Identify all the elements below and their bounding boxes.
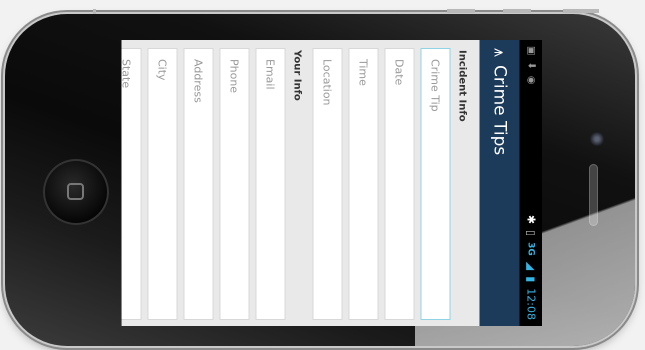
download-icon: ⬇ (525, 61, 536, 70)
tower-icon[interactable]: ⩚ (489, 48, 509, 57)
notification-area: ▣ ⬇ ◉ (525, 46, 536, 85)
signal-icon: ◢ (524, 261, 537, 271)
email-field[interactable] (255, 48, 285, 320)
sleep-button (563, 9, 599, 13)
time-field[interactable] (348, 48, 378, 320)
crime-tip-form: Incident Info Your Info (121, 40, 479, 326)
home-button[interactable] (43, 159, 109, 225)
app-title: Crime Tips (489, 65, 509, 156)
camera-icon (590, 132, 604, 146)
crime-tip-input[interactable] (427, 57, 443, 319)
vibrate-icon: ▯ (524, 230, 537, 237)
address-field[interactable] (183, 48, 213, 320)
phone-field[interactable] (219, 48, 249, 320)
city-field[interactable] (147, 48, 177, 320)
volume-button (503, 9, 531, 13)
state-input[interactable] (121, 57, 134, 319)
address-input[interactable] (190, 57, 206, 319)
location-field[interactable] (312, 48, 342, 320)
app-icon: ◉ (525, 75, 536, 85)
your-info-header: Your Info (291, 50, 302, 101)
email-input[interactable] (262, 57, 278, 319)
date-field[interactable] (384, 48, 414, 320)
city-input[interactable] (154, 57, 170, 319)
volume-button (93, 9, 96, 14)
bluetooth-icon: ✱ (524, 214, 537, 225)
status-bar: ▣ ⬇ ◉ ✱ ▯ 3G ◢ ▮ 12:08 (519, 40, 542, 326)
system-status: ✱ ▯ 3G ◢ ▮ 12:08 (524, 215, 537, 320)
battery-icon: ▮ (524, 276, 537, 283)
phone-input[interactable] (226, 57, 242, 319)
home-square-icon (67, 183, 84, 200)
state-field[interactable] (121, 48, 141, 320)
action-bar: ⩚ Crime Tips (479, 40, 519, 326)
mute-switch (447, 9, 475, 13)
crime-tip-field[interactable] (420, 48, 450, 320)
clock: 12:08 (524, 288, 537, 320)
signal-label: 3G (525, 242, 536, 256)
speaker-grille (589, 164, 598, 226)
app-ui: ▣ ⬇ ◉ ✱ ▯ 3G ◢ ▮ 12:08 ⩚ Crime Tips Inci… (121, 40, 542, 326)
phone-screen: ▣ ⬇ ◉ ✱ ▯ 3G ◢ ▮ 12:08 ⩚ Crime Tips Inci… (121, 40, 542, 326)
location-input[interactable] (319, 57, 335, 319)
date-input[interactable] (391, 57, 407, 319)
incident-info-header: Incident Info (456, 50, 467, 122)
image-icon: ▣ (525, 46, 536, 56)
time-input[interactable] (355, 57, 371, 319)
